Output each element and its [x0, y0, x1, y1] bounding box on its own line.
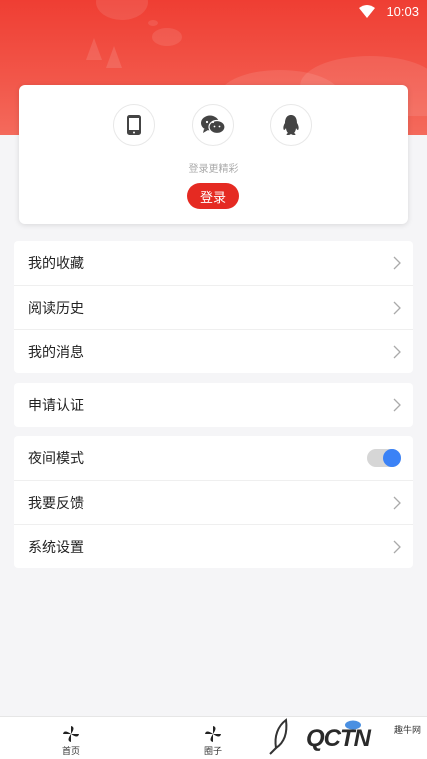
chevron-right-icon: [393, 496, 401, 510]
pinwheel-icon: [63, 726, 79, 742]
qq-icon: [283, 115, 299, 135]
wifi-icon: [359, 5, 375, 18]
login-button[interactable]: 登录: [187, 183, 239, 209]
menu-item-feedback[interactable]: 我要反馈: [14, 480, 413, 524]
status-time: 10:03: [386, 4, 419, 19]
watermark-small-text: 趣牛网: [393, 726, 421, 736]
wechat-login-button[interactable]: [192, 104, 234, 146]
watermark-text: QCTN: [306, 725, 371, 752]
menu-item-label: 申请认证: [28, 398, 84, 414]
tab-label: 圈子: [203, 747, 222, 757]
menu-item-label: 我要反馈: [28, 495, 84, 512]
menu-item-label: 我的收藏: [28, 256, 84, 272]
menu-item-night-mode: 夜间模式: [14, 436, 413, 480]
tab-home[interactable]: 首页: [41, 717, 101, 759]
watermark-logo: QCTN 趣牛网: [262, 712, 427, 759]
qq-login-button[interactable]: [270, 104, 312, 146]
tab-circle[interactable]: 圈子: [183, 717, 243, 759]
chevron-right-icon: [393, 540, 401, 554]
chevron-right-icon: [393, 398, 401, 412]
pinwheel-icon: [205, 726, 221, 742]
menu-item-label: 夜间模式: [28, 451, 84, 467]
chevron-right-icon: [393, 345, 401, 359]
wechat-icon: [201, 115, 226, 135]
phone-login-button[interactable]: [113, 104, 155, 146]
login-card: 登录更精彩 登录: [19, 85, 408, 224]
toggle-knob: [383, 449, 401, 467]
menu-item-label: 我的消息: [28, 344, 84, 361]
chevron-right-icon: [393, 256, 401, 270]
menu-group-personal: 我的收藏 阅读历史 我的消息: [14, 241, 413, 373]
menu-item-messages[interactable]: 我的消息: [14, 329, 413, 373]
menu-item-favorites[interactable]: 我的收藏: [14, 241, 413, 285]
phone-icon: [127, 115, 141, 135]
menu-group-verification: 申请认证: [14, 383, 413, 427]
tree-decoration: [86, 38, 122, 68]
menu-item-apply-verification[interactable]: 申请认证: [14, 383, 413, 427]
menu-item-label: 阅读历史: [28, 300, 84, 317]
menu-item-label: 系统设置: [28, 539, 84, 556]
tab-label: 首页: [61, 747, 80, 757]
watermark-leaf-icon: [269, 718, 288, 755]
menu-item-history[interactable]: 阅读历史: [14, 285, 413, 329]
menu-item-system-settings[interactable]: 系统设置: [14, 524, 413, 568]
chevron-right-icon: [393, 301, 401, 315]
night-mode-toggle[interactable]: [367, 449, 401, 467]
login-hint: 登录更精彩: [188, 164, 239, 175]
menu-group-settings: 夜间模式 我要反馈 系统设置: [14, 436, 413, 568]
status-bar: 10:03: [0, 0, 427, 24]
